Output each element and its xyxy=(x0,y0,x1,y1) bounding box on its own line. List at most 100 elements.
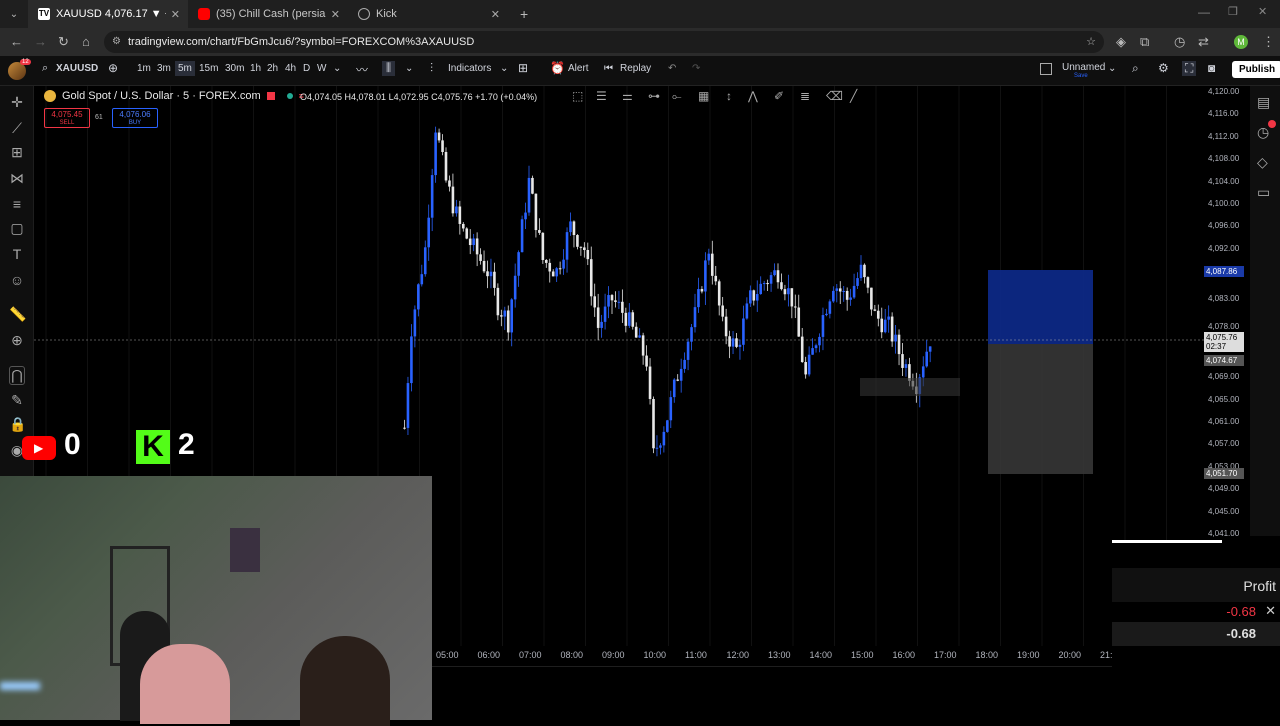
site-info-icon[interactable]: ⚙ xyxy=(112,31,121,53)
back-icon[interactable]: ← xyxy=(10,34,23,49)
layout-checkbox-icon[interactable] xyxy=(1040,63,1052,75)
align-icon[interactable]: ☰ xyxy=(596,89,607,103)
stop-loss-zone[interactable] xyxy=(988,344,1093,474)
candle-body xyxy=(921,366,925,378)
chat-icon[interactable]: ▭ xyxy=(1257,184,1270,201)
tab-kick[interactable]: Kick ✕ xyxy=(348,0,508,28)
reload-icon[interactable]: ↻ xyxy=(58,34,69,50)
ruler-icon[interactable]: 📏 xyxy=(9,306,26,323)
alerts-clock-icon[interactable]: ◷ xyxy=(1257,124,1269,141)
indicators-icon[interactable]: ⫶ xyxy=(430,61,433,76)
tab-youtube[interactable]: (35) Chill Cash (persian) ✕ xyxy=(188,0,348,28)
interval-15m[interactable]: 15m xyxy=(199,63,218,74)
close-window-icon[interactable]: ✕ xyxy=(1258,5,1267,18)
more-menu-icon[interactable]: ⋮ xyxy=(1262,34,1275,50)
emoji-icon[interactable]: ☺ xyxy=(9,272,25,288)
select-rect-icon[interactable]: ⬚ xyxy=(572,89,583,103)
url-field[interactable]: ⚙ tradingview.com/chart/FbGmJcu6/?symbol… xyxy=(104,31,1104,53)
fullscreen-icon[interactable]: ⛶ xyxy=(1182,61,1197,76)
vline-icon[interactable]: ↕ xyxy=(726,89,732,103)
zigzag-icon[interactable]: ⋀ xyxy=(748,89,758,103)
fib-grid-icon[interactable]: ⊞ xyxy=(9,144,25,161)
trendline-icon[interactable]: ⟋ xyxy=(9,120,25,137)
extensions-icon[interactable]: ⧉ xyxy=(1140,34,1149,50)
magnet-icon[interactable]: ⋂ xyxy=(9,366,25,385)
crosshair-icon[interactable]: ✛ xyxy=(9,94,25,111)
close-tab-icon[interactable]: ✕ xyxy=(171,8,180,21)
symbol-search-icon[interactable]: ⌕ xyxy=(42,62,48,75)
symbol-name[interactable]: XAUUSD xyxy=(56,63,98,74)
shapes-icon[interactable]: ▢ xyxy=(9,220,25,237)
grid-table-icon[interactable]: ▦ xyxy=(698,89,709,103)
lines-icon[interactable]: ≣ xyxy=(800,89,810,103)
lock-icon[interactable]: 🔒 xyxy=(9,416,26,433)
buy-button[interactable]: 4,076.06 BUY xyxy=(112,108,158,128)
undo-icon[interactable]: ↶ xyxy=(668,63,676,74)
new-tab-icon[interactable]: + xyxy=(520,6,528,22)
close-tab-icon[interactable]: ✕ xyxy=(491,8,500,21)
pen-icon[interactable]: ╱ xyxy=(850,89,857,103)
sell-button[interactable]: 4,075.45 SELL xyxy=(44,108,90,128)
profile-avatar[interactable]: M xyxy=(1234,35,1248,49)
interval-30m[interactable]: 30m xyxy=(225,63,244,74)
snapshot-camera-icon[interactable]: ◙ xyxy=(1208,61,1215,75)
chart-type-dropdown-icon[interactable]: ⌄ xyxy=(405,63,413,74)
indicators-dropdown-icon[interactable]: ⌄ xyxy=(500,63,508,74)
hline-icon[interactable]: ⊶ xyxy=(648,89,660,103)
compare-add-icon[interactable]: ⊕ xyxy=(108,61,118,75)
take-profit-zone[interactable] xyxy=(988,270,1093,344)
pattern-icon[interactable]: ⋈ xyxy=(9,170,25,187)
tab-menu-icon[interactable]: ⌄ xyxy=(0,9,28,20)
close-tab-icon[interactable]: ✕ xyxy=(331,8,340,21)
history-icon[interactable]: ◷ xyxy=(1174,34,1185,50)
eraser-icon[interactable]: ⌫ xyxy=(826,89,843,103)
layers-icon[interactable]: ◇ xyxy=(1257,154,1268,171)
translate-icon[interactable]: ⇄ xyxy=(1198,34,1209,50)
interval-3m[interactable]: 3m xyxy=(157,63,171,74)
interval-1h[interactable]: 1h xyxy=(250,63,261,74)
interval-2h[interactable]: 2h xyxy=(267,63,278,74)
interval-4h[interactable]: 4h xyxy=(285,63,296,74)
alert-icon[interactable]: ⏰ xyxy=(550,61,565,75)
minimize-icon[interactable]: — xyxy=(1198,5,1210,19)
forecast-icon[interactable]: ≡ xyxy=(9,196,25,212)
interval-w[interactable]: W xyxy=(317,63,326,74)
ray-icon[interactable]: ⟜ xyxy=(672,89,682,104)
forward-icon[interactable]: → xyxy=(34,34,47,49)
settings-gear-icon[interactable]: ⚙ xyxy=(1158,61,1169,75)
maximize-icon[interactable]: ❐ xyxy=(1228,5,1238,18)
replay-button[interactable]: Replay xyxy=(620,63,651,74)
bookmark-star-icon[interactable]: ☆ xyxy=(1086,31,1096,53)
extension-shield-icon[interactable]: ◈ xyxy=(1116,34,1126,50)
quick-search-icon[interactable]: ⌕ xyxy=(1132,61,1139,76)
indicators-button[interactable]: Indicators xyxy=(448,63,491,74)
youtube-tab-icon xyxy=(198,8,210,20)
publish-button[interactable]: Publish xyxy=(1232,61,1280,78)
brush-icon[interactable]: ✐ xyxy=(774,89,784,103)
home-icon[interactable]: ⌂ xyxy=(82,34,90,49)
stay-drawing-icon[interactable]: ✎ xyxy=(9,392,25,409)
redo-icon[interactable]: ↷ xyxy=(692,63,700,74)
text-tool-icon[interactable]: T xyxy=(9,246,25,262)
price-axis[interactable]: 4,120.00 4,116.00 4,112.00 4,108.00 4,104.00… xyxy=(1204,86,1250,538)
interval-1m[interactable]: 1m xyxy=(137,63,151,74)
candles-icon[interactable]: ⫼ xyxy=(382,61,396,76)
led-strip xyxy=(0,682,40,690)
layout-dropdown-icon[interactable]: ⌄ xyxy=(1108,63,1116,74)
tab-tradingview[interactable]: TV XAUUSD 4,076.17 ▼ −0.18% Un ✕ xyxy=(28,0,188,28)
zoom-icon[interactable]: ⊕ xyxy=(9,332,25,349)
watchlist-icon[interactable]: ▤ xyxy=(1257,94,1270,111)
layouts-grid-icon[interactable]: ⊞ xyxy=(518,61,528,75)
close-position-icon[interactable]: ✕ xyxy=(1265,603,1276,619)
line-chart-icon[interactable]: 〰 xyxy=(356,61,368,78)
interval-d[interactable]: D xyxy=(303,63,310,74)
time-axis[interactable]: 05:00 06:00 07:00 08:00 09:00 10:00 11:00 12:00… xyxy=(432,646,1113,664)
candle-body xyxy=(576,235,579,247)
sliders-icon[interactable]: ⚌ xyxy=(622,89,633,103)
interval-5m[interactable]: 5m xyxy=(175,61,195,76)
layout-name[interactable]: Unnamed xyxy=(1062,62,1105,73)
alert-button[interactable]: Alert xyxy=(568,63,589,74)
symbol-legend[interactable]: Gold Spot / U.S. Dollar · 5 · FOREX.com … xyxy=(44,90,304,102)
interval-dropdown-icon[interactable]: ⌄ xyxy=(333,63,341,74)
replay-icon[interactable]: ⏮ xyxy=(604,63,613,74)
